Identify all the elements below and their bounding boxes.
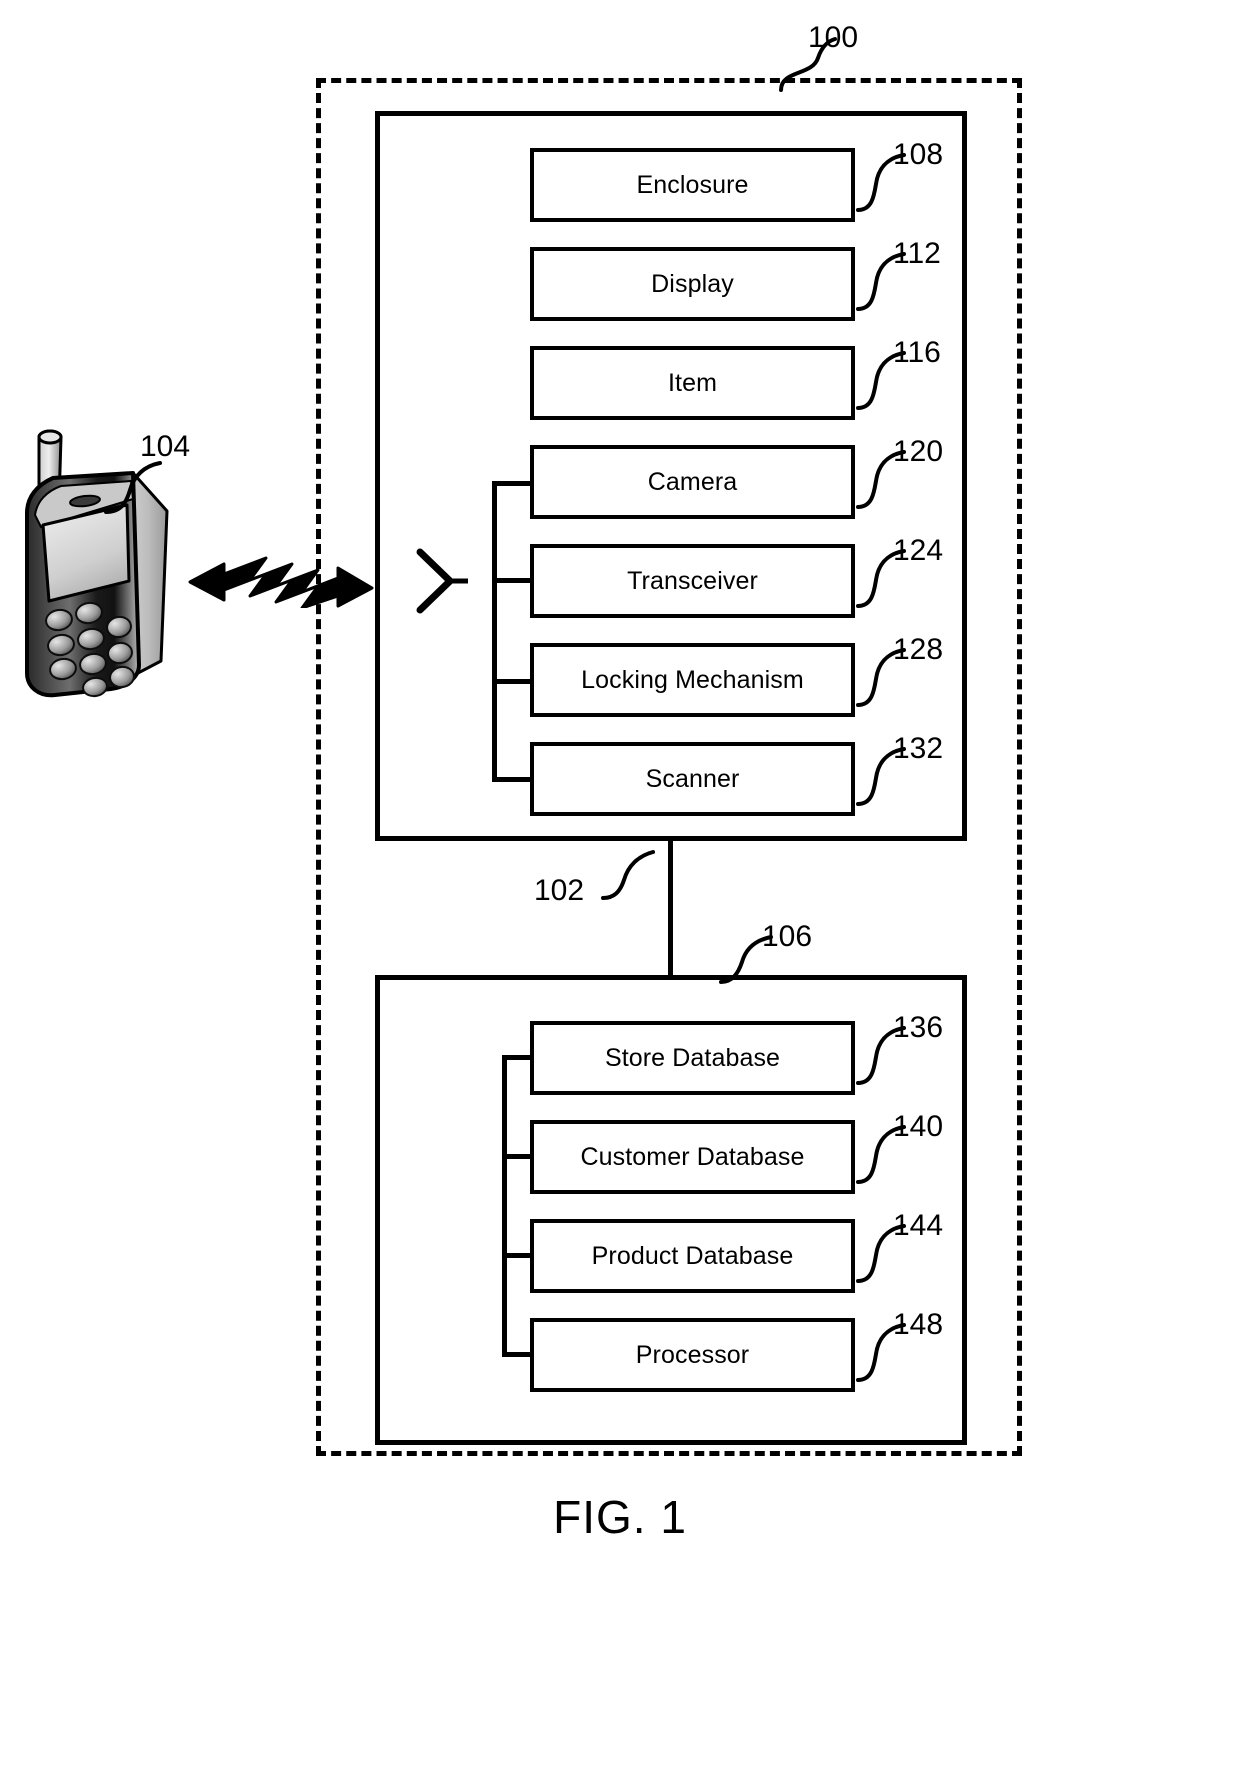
component-label-camera: Camera <box>647 467 738 496</box>
component-label-scanner: Scanner <box>645 764 740 793</box>
reference-number-104: 104 <box>140 430 191 463</box>
reference-number-106: 106 <box>762 920 813 953</box>
component-box-customer-database: Customer Database <box>530 1120 859 1198</box>
upper-bus-spine <box>492 481 497 782</box>
reference-number-102: 102 <box>534 874 585 907</box>
component-box-transceiver: Transceiver <box>530 544 859 622</box>
unit-interconnect-line <box>668 841 673 975</box>
reference-number-144: 144 <box>893 1209 944 1242</box>
component-box-locking-mechanism: Locking Mechanism <box>530 643 859 721</box>
reference-number-100: 100 <box>808 21 859 54</box>
component-label-display: Display <box>651 269 734 298</box>
component-box-scanner: Scanner <box>530 742 859 820</box>
component-label-transceiver: Transceiver <box>627 566 758 595</box>
reference-number-128: 128 <box>893 633 944 666</box>
component-label-item: Item <box>667 368 718 397</box>
reference-number-112: 112 <box>893 237 941 270</box>
upper-bus-stub-transceiver <box>492 578 532 583</box>
component-box-store-database: Store Database <box>530 1021 859 1099</box>
reference-number-120: 120 <box>893 435 944 468</box>
reference-number-148: 148 <box>893 1308 944 1341</box>
component-label-processor: Processor <box>635 1340 750 1369</box>
component-label-product-database: Product Database <box>591 1241 794 1270</box>
lower-bus-spine <box>502 1055 507 1355</box>
reference-number-136: 136 <box>893 1011 944 1044</box>
wireless-link-arrow <box>188 552 374 613</box>
reference-number-116: 116 <box>893 336 941 369</box>
component-box-product-database: Product Database <box>530 1219 859 1297</box>
figure-caption: FIG. 1 <box>553 1491 687 1543</box>
reference-number-108: 108 <box>893 138 944 171</box>
component-label-enclosure: Enclosure <box>636 170 749 199</box>
component-label-store-database: Store Database <box>604 1043 781 1072</box>
antenna-icon <box>416 548 468 619</box>
upper-bus-stub-camera <box>492 481 532 486</box>
component-box-camera: Camera <box>530 445 859 523</box>
component-box-item: Item <box>530 346 859 424</box>
component-label-locking-mechanism: Locking Mechanism <box>581 665 804 694</box>
upper-bus-stub-scanner <box>492 777 532 782</box>
component-box-display: Display <box>530 247 859 325</box>
reference-number-124: 124 <box>893 534 944 567</box>
component-box-enclosure: Enclosure <box>530 148 859 226</box>
reference-number-140: 140 <box>893 1110 944 1143</box>
upper-bus-stub-locking <box>492 679 532 684</box>
component-label-customer-database: Customer Database <box>580 1142 805 1171</box>
component-box-processor: Processor <box>530 1318 859 1396</box>
figure-canvas: 100 102 106 Enclosure Display Item Camer… <box>0 0 1240 1765</box>
reference-number-132: 132 <box>893 732 944 765</box>
